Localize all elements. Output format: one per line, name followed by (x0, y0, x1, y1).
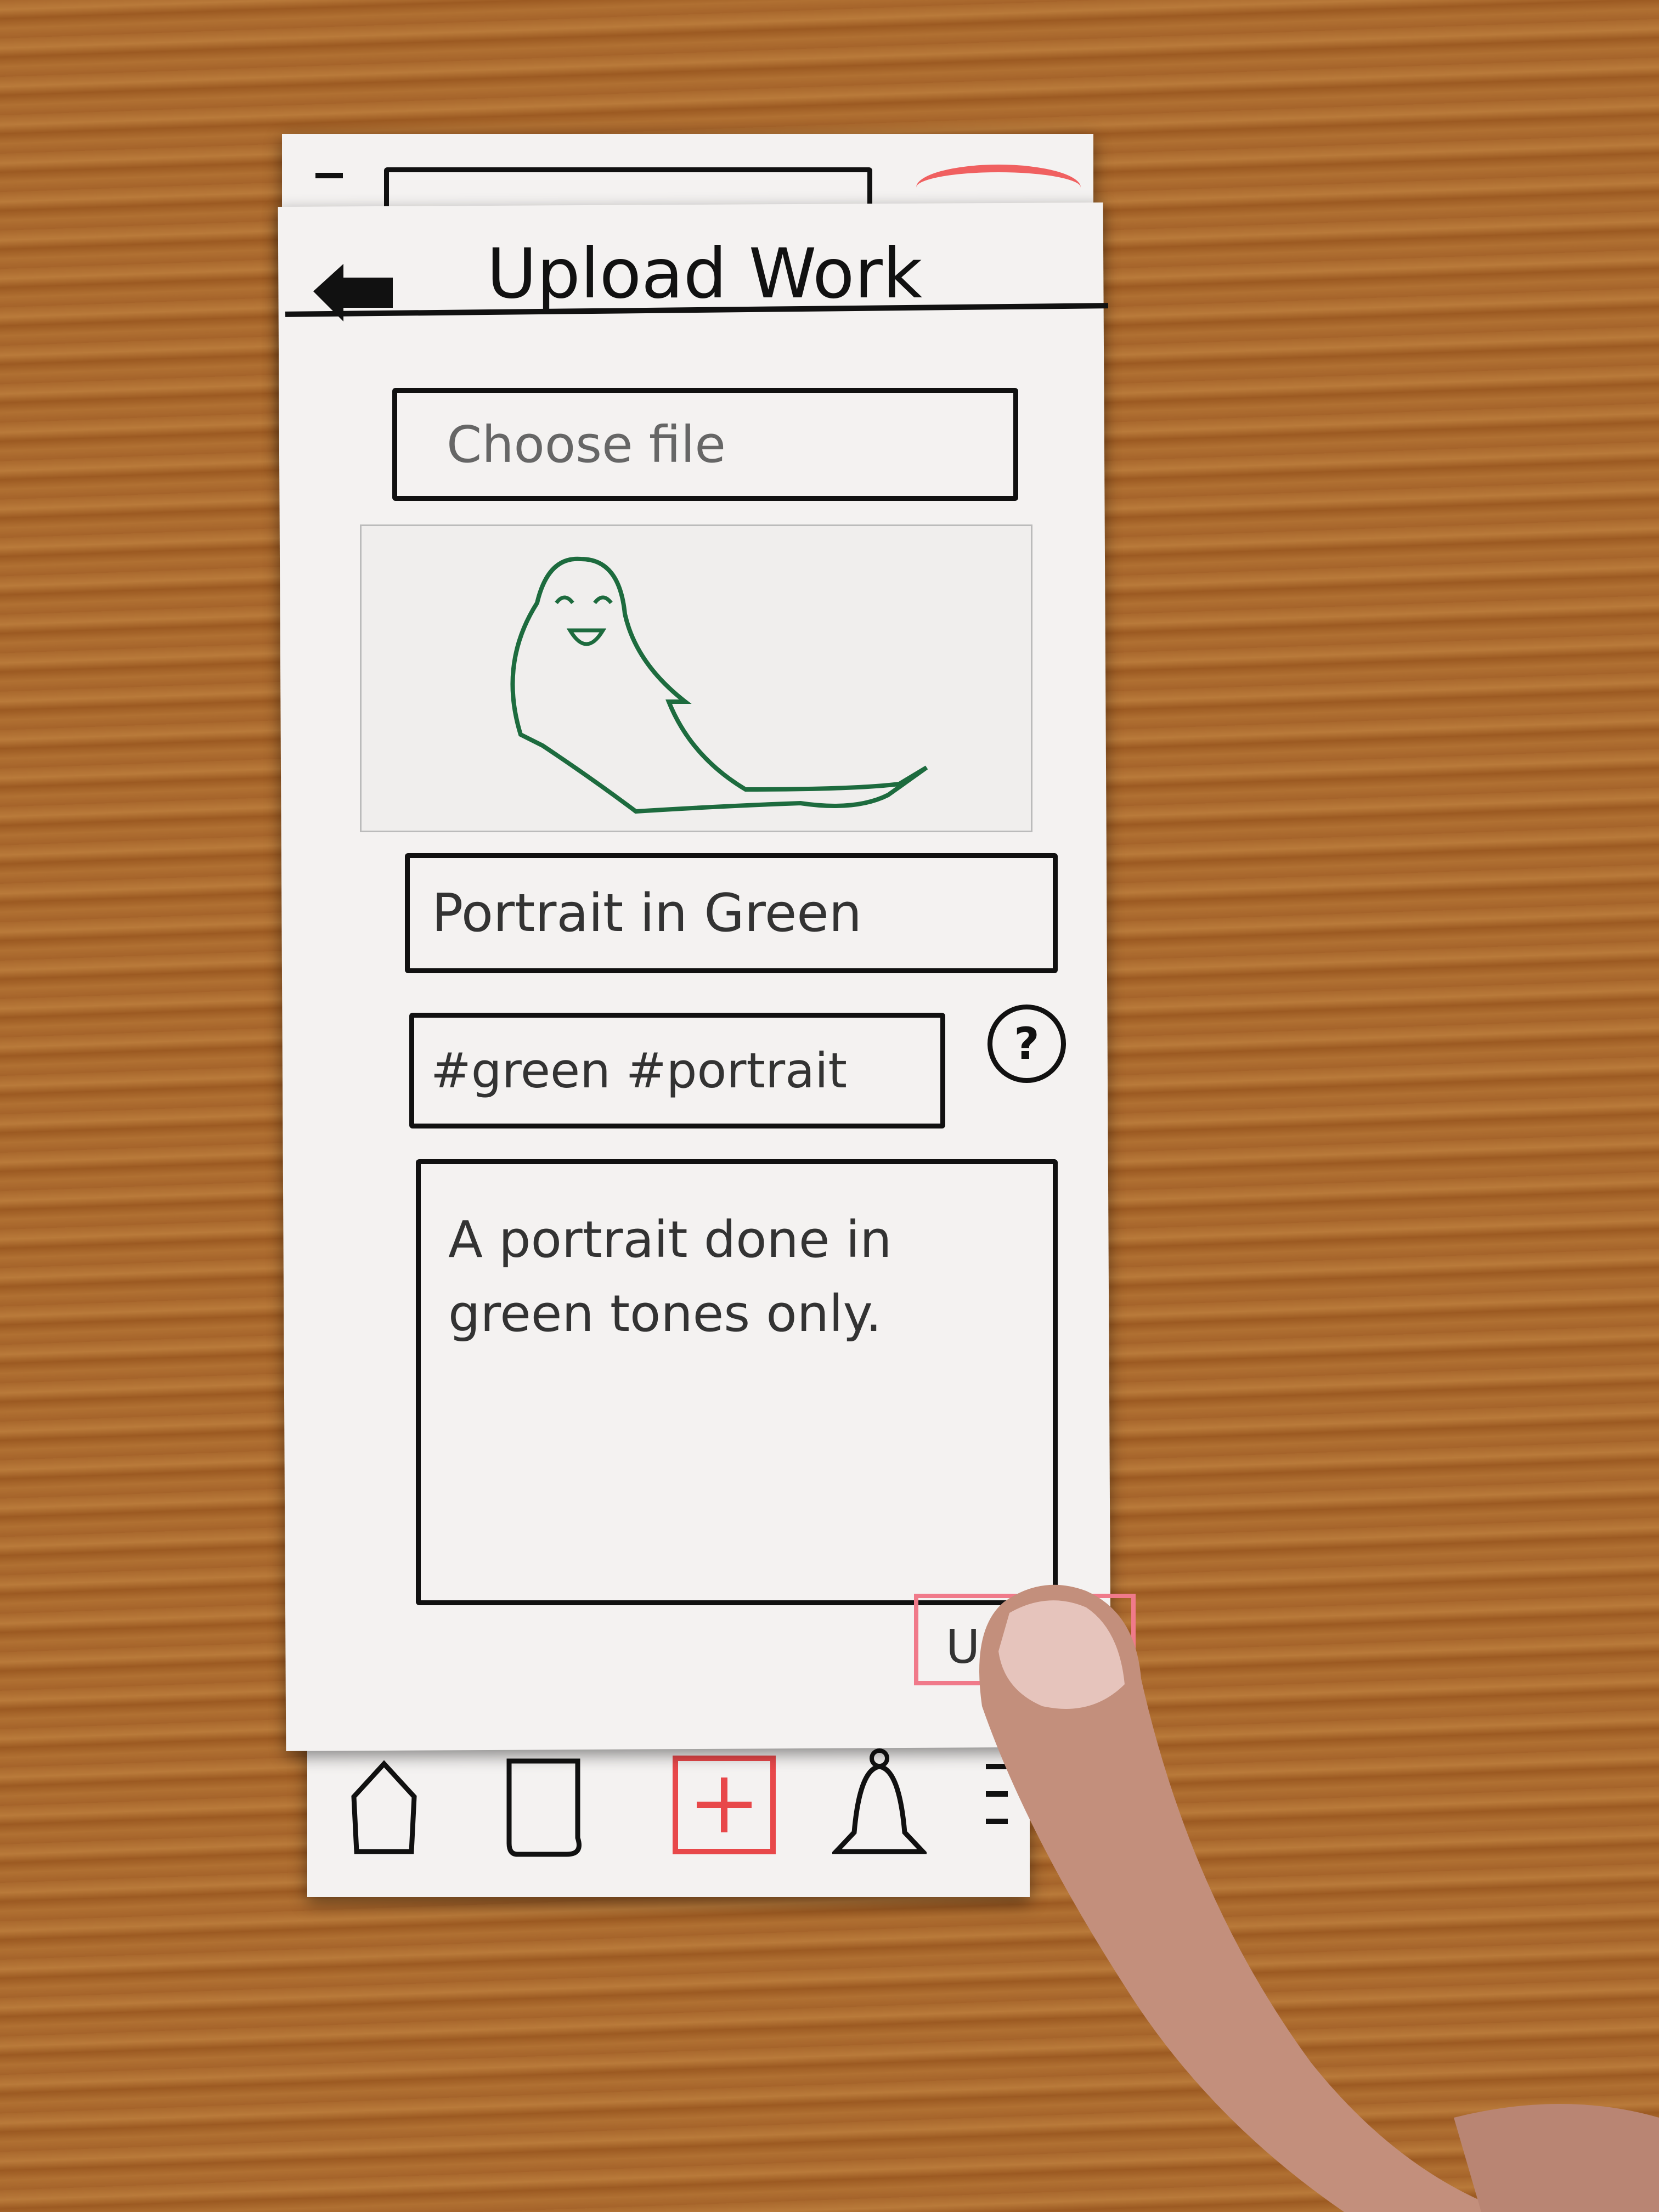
home-icon (351, 1760, 417, 1854)
choose-file-placeholder: Choose file (447, 415, 726, 474)
title-input[interactable]: Portrait in Green (405, 853, 1058, 973)
choose-file-input[interactable]: Choose file (392, 388, 1018, 501)
document-icon (506, 1758, 582, 1857)
bell-icon (830, 1748, 929, 1854)
description-value: A portrait done in green tones only. (448, 1210, 892, 1343)
back-button[interactable] (311, 261, 395, 324)
nav-documents[interactable] (501, 1756, 592, 1860)
ghost-drawing (510, 556, 928, 814)
arrow-left-icon (313, 264, 393, 321)
nav-home[interactable] (346, 1753, 423, 1857)
plus-icon (673, 1756, 776, 1854)
title-input-value: Portrait in Green (432, 883, 862, 944)
tags-input[interactable]: #green #portrait (409, 1013, 945, 1128)
nav-upload[interactable] (670, 1753, 778, 1857)
image-preview (360, 524, 1032, 832)
description-textarea[interactable]: A portrait done in green tones only. (416, 1159, 1058, 1605)
tags-help-button[interactable]: ? (988, 1005, 1066, 1083)
help-icon: ? (1014, 1018, 1040, 1069)
finger-occlusion (979, 1584, 1659, 2212)
tags-input-value: #green #portrait (431, 1042, 848, 1099)
page-title: Upload Work (487, 234, 923, 314)
nav-notifications[interactable] (830, 1745, 929, 1860)
